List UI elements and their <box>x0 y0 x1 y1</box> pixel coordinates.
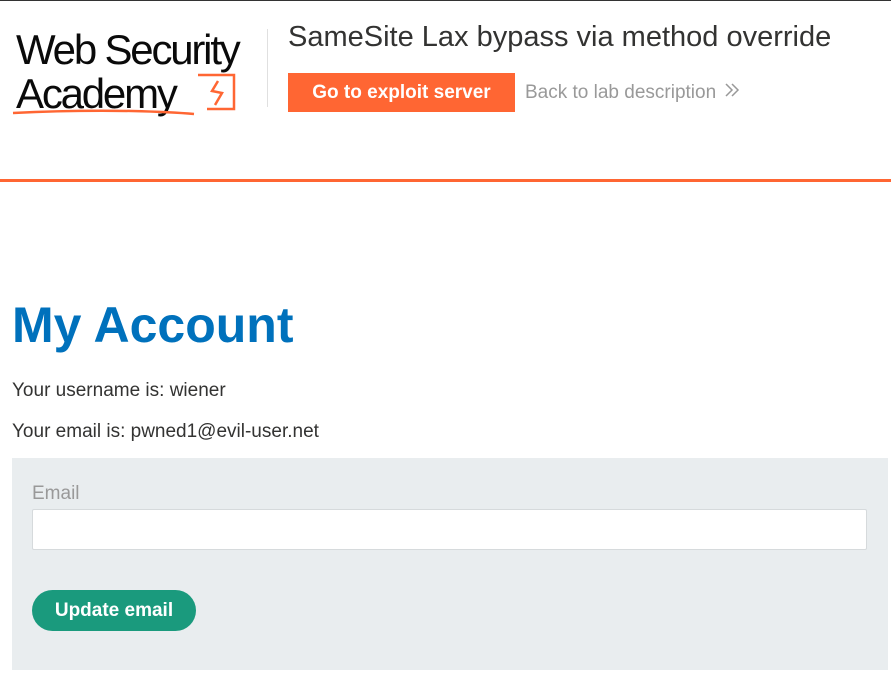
web-security-academy-logo[interactable]: Web Security Academy <box>12 27 264 119</box>
logo-flame-icon <box>12 73 236 116</box>
lab-title: SameSite Lax bypass via method override <box>288 21 832 53</box>
email-label: Email <box>32 483 80 504</box>
back-link-label: Back to lab description <box>525 82 717 103</box>
email-input[interactable] <box>32 509 867 550</box>
email-text: Your email is: pwned1@evil-user.net <box>12 421 319 442</box>
header-divider <box>267 29 268 107</box>
double-chevron-right-icon <box>724 82 740 104</box>
page-title: My Account <box>12 297 294 353</box>
header-accent-rule <box>0 179 891 182</box>
update-email-button[interactable]: Update email <box>32 590 196 631</box>
lab-header: Web Security Academy SameSite Lax bypass… <box>0 1 891 179</box>
back-to-lab-description-link[interactable]: Back to lab description <box>525 82 740 104</box>
username-text: Your username is: wiener <box>12 380 226 401</box>
go-to-exploit-server-button[interactable]: Go to exploit server <box>288 73 515 112</box>
change-email-form: Email Update email <box>12 458 888 670</box>
